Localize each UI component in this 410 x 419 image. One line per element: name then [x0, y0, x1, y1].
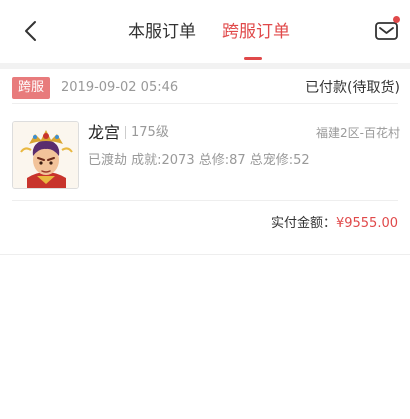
pay-label: 实付金额： [270, 216, 336, 231]
active-tab-indicator [244, 57, 262, 60]
divider [12, 103, 398, 104]
pay-amount: ¥9555.00 [335, 216, 398, 231]
payment-summary: 实付金额：¥9555.00 [271, 214, 398, 234]
unread-dot [393, 16, 400, 23]
role-level: 175级 [131, 125, 169, 140]
order-status: 已付款(待取货) [305, 80, 400, 96]
character-portrait-icon [13, 122, 78, 188]
top-bar: 本服订单 跨服订单 [0, 0, 410, 63]
role-server: 福建2区-百花村 [316, 126, 400, 140]
cross-server-badge: 跨服 [12, 77, 50, 99]
back-button[interactable] [18, 18, 44, 44]
role-avatar [12, 121, 79, 189]
chevron-left-icon [25, 21, 36, 41]
order-item[interactable]: 龙宫 175级 福建2区-百花村 已渡劫 成就:2073 总修:87 总宠修:5… [12, 121, 400, 191]
tab-cross-server-orders[interactable]: 跨服订单 [222, 20, 290, 44]
role-stats: 已渡劫 成就:2073 总修:87 总宠修:52 [88, 153, 310, 168]
name-separator [125, 126, 126, 139]
order-header: 跨服 2019-09-02 05:46 已付款(待取货) [12, 77, 400, 105]
messages-button[interactable] [374, 16, 400, 43]
tab-local-orders[interactable]: 本服订单 [128, 20, 196, 44]
empty-area [0, 256, 410, 419]
role-name: 龙宫 [88, 123, 121, 142]
order-card[interactable]: 跨服 2019-09-02 05:46 已付款(待取货) 龙宫 175级 福建2… [0, 69, 410, 255]
order-date: 2019-09-02 05:46 [61, 80, 179, 95]
divider [12, 200, 398, 201]
